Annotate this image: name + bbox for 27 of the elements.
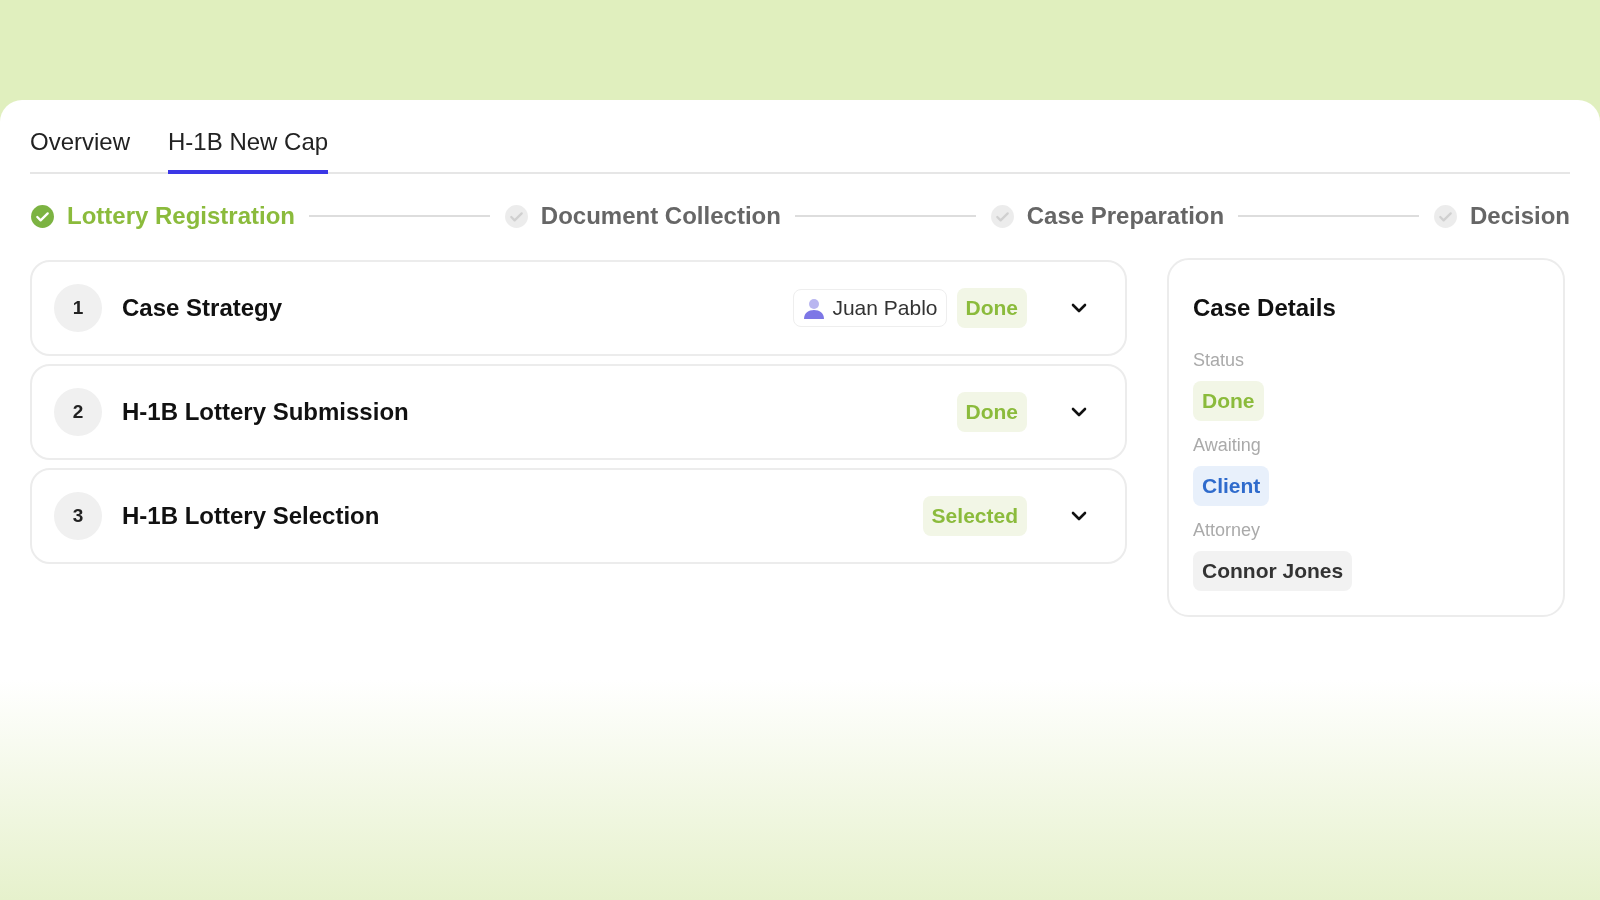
field-tag: Connor Jones (1193, 551, 1353, 591)
assignee-name: Juan Pablo (832, 296, 938, 320)
task-title: H-1B Lottery Selection (122, 502, 380, 530)
task-title: Case Strategy (122, 294, 283, 322)
card-title: Case Details (1193, 294, 1337, 322)
field-label: Awaiting (1193, 435, 1262, 456)
field-tag: Client (1193, 466, 1270, 506)
step-label: Lottery Registration (67, 202, 296, 230)
status-tag: Done (956, 392, 1027, 432)
field-label: Attorney (1193, 520, 1262, 541)
step-number: 1 (54, 284, 102, 332)
field-label: Status (1193, 350, 1246, 371)
step-label: Document Collection (540, 202, 781, 230)
status-tag: Selected (922, 496, 1027, 536)
step-number: 2 (54, 388, 102, 436)
tab[interactable]: Overview (30, 128, 131, 174)
task-card[interactable]: 2 H-1B Lottery Submission Done (30, 364, 1127, 460)
tab[interactable]: H-1B New Cap (168, 128, 329, 174)
task-card[interactable]: 1 Case Strategy Juan Pablo Done (30, 260, 1127, 356)
task-card[interactable]: 3 H-1B Lottery Selection Selected (30, 468, 1127, 564)
field-tag: Done (1193, 381, 1264, 421)
step-number: 3 (54, 492, 102, 540)
step-label: Case Preparation (1026, 202, 1225, 230)
person-icon (802, 296, 827, 320)
status-tag: Done (956, 288, 1027, 328)
step-label: Decision (1469, 202, 1570, 230)
task-title: H-1B Lottery Submission (122, 398, 409, 426)
